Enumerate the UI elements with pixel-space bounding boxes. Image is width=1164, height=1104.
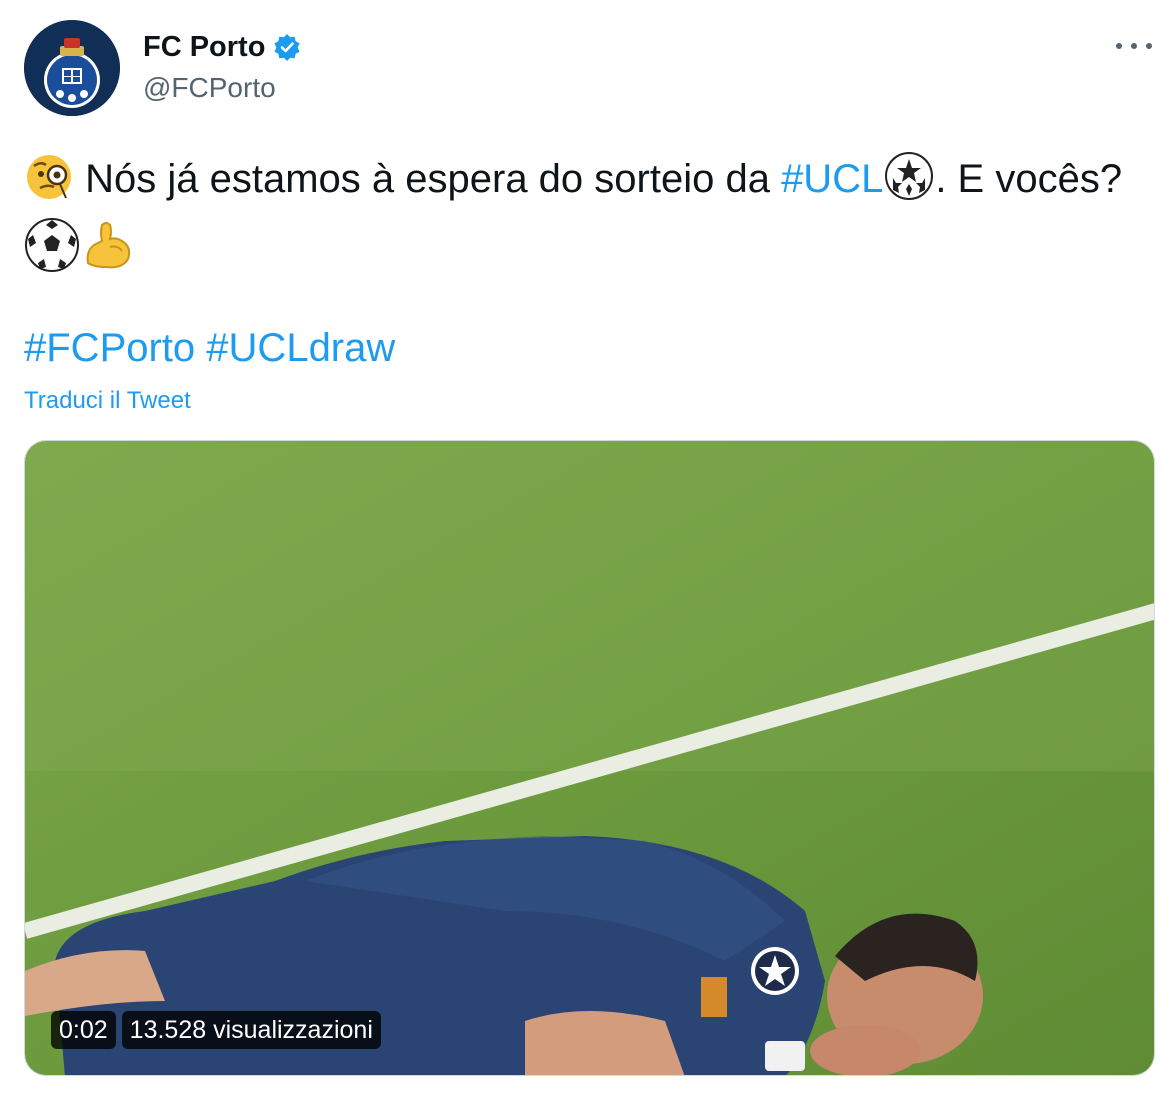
video-timestamp: 0:02 bbox=[51, 1011, 116, 1049]
video-view-count: 13.528 visualizzazioni bbox=[121, 1011, 381, 1049]
tweet-text: Nós já estamos à espera do sorteio da #U… bbox=[24, 150, 1134, 288]
video-frame bbox=[25, 441, 1154, 1075]
avatar[interactable] bbox=[24, 20, 120, 116]
flexed-biceps-emoji bbox=[80, 217, 136, 288]
champions-league-starball-emoji bbox=[883, 150, 935, 217]
author-name-row[interactable]: FC Porto bbox=[143, 28, 301, 66]
tweet-text-part1: Nós já estamos à espera do sorteio da bbox=[85, 157, 782, 201]
video-overlay: 0:02 13.528 visualizzazioni bbox=[51, 1011, 381, 1049]
hashtag-ucl[interactable]: #UCL bbox=[781, 157, 883, 201]
video-player[interactable]: 0:02 13.528 visualizzazioni bbox=[24, 440, 1155, 1076]
hashtag-ucldraw[interactable]: #UCLdraw bbox=[206, 326, 395, 370]
display-name[interactable]: FC Porto bbox=[143, 28, 265, 66]
translate-tweet-link[interactable]: Traduci il Tweet bbox=[24, 385, 191, 417]
tweet-text-part2: . E vocês? bbox=[935, 157, 1123, 201]
user-handle[interactable]: @FCPorto bbox=[143, 70, 276, 106]
fc-porto-crest-icon bbox=[24, 20, 120, 116]
face-with-monocle-emoji bbox=[24, 152, 74, 217]
verified-badge-icon bbox=[273, 33, 301, 61]
hashtag-fcporto[interactable]: #FCPorto bbox=[24, 326, 195, 370]
hashtags-row: #FCPorto #UCLdraw bbox=[24, 320, 395, 376]
soccer-ball-emoji bbox=[24, 217, 80, 288]
more-icon[interactable] bbox=[1114, 32, 1154, 60]
